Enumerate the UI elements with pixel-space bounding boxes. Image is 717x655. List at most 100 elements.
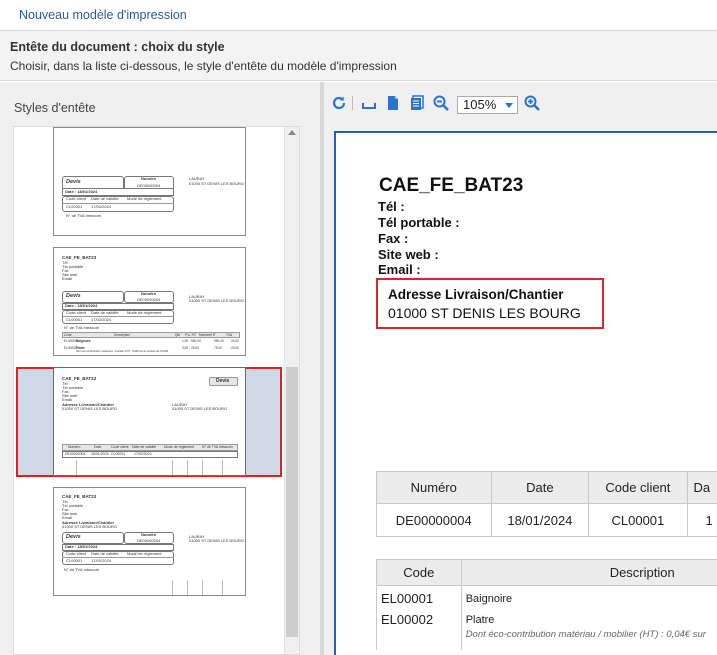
mini-delivery-addr: 01000 ST DENIS LES BOURG <box>62 524 118 529</box>
mini-number-label: Numéro <box>141 532 157 537</box>
mini-val: 17/02/2024 <box>134 452 152 456</box>
cell-description: Platre <box>465 613 495 626</box>
mini-date: Date : 18/01/2024 <box>65 544 98 549</box>
delivery-address-label: Adresse Livraison/Chantier <box>388 287 564 302</box>
refresh-icon[interactable] <box>330 94 348 112</box>
mini-client-addr: 01000 ST DENIS LES BOURG <box>189 538 245 543</box>
cell-client-code: CL00001 <box>588 503 688 537</box>
mini-col: P.U. HT <box>185 333 196 337</box>
mini-col: Description <box>114 333 130 337</box>
step-title: Entête du document : choix du style <box>10 40 225 54</box>
zoom-select[interactable]: 105% <box>457 96 518 114</box>
mini-cell: 25,00 <box>191 346 199 350</box>
mini-client-addr: 01000 ST DENIS LES BOURG <box>172 406 228 411</box>
window-title: Nouveau modèle d'impression <box>19 8 187 22</box>
mini-col-line <box>172 460 173 475</box>
col-header-client-code: Code client <box>588 471 688 504</box>
page-width-icon[interactable] <box>360 94 378 112</box>
single-page-icon[interactable] <box>384 94 402 112</box>
mini-col: Mode de règlement <box>127 551 162 556</box>
table-row: EL00002 Platre Dont éco-contribution mat… <box>376 609 717 650</box>
scroll-up-icon[interactable] <box>288 130 296 135</box>
mini-col: Date de validité <box>91 196 119 201</box>
mini-cell: EL00002 <box>64 346 77 350</box>
cell-code: EL00002 <box>376 609 462 650</box>
step-subtitle: Choisir, dans la liste ci-dessous, le st… <box>10 59 397 73</box>
styles-label: Styles d'entête <box>14 101 96 115</box>
mini-col: Code client <box>111 445 129 449</box>
col-header-number: Numéro <box>376 471 492 504</box>
mini-col: Mode de règlement <box>164 445 195 449</box>
mini-col: Code <box>64 333 72 337</box>
mini-col: Date de validité <box>91 551 119 556</box>
mini-date: Date : 18/01/2024 <box>65 303 98 308</box>
delivery-address-value: 01000 ST DENIS LES BOURG <box>388 305 581 321</box>
mini-doc-type: Devis <box>66 179 81 185</box>
mini-note: Dont éco-contribution matériaux / mobili… <box>76 350 168 353</box>
col-header-description: Description <box>460 559 717 586</box>
style-thumbnail-1[interactable]: Devis Numéro DE00000004 LAURAY 01000 ST … <box>53 127 246 236</box>
mini-doc-type: Devis <box>66 293 81 299</box>
mini-cell: 3,00 <box>182 346 189 350</box>
mini-col: Mode de règlement <box>127 310 162 315</box>
mini-col-line <box>222 580 223 595</box>
table-row: EL00001 Baignoire <box>376 585 717 610</box>
mini-cell: Baignoire <box>76 339 91 343</box>
chevron-down-icon[interactable] <box>505 103 513 108</box>
document-info-table: Numéro Date Code client Da DE00000004 18… <box>376 471 717 537</box>
website-label: Site web : <box>378 247 439 262</box>
styles-panel: Styles d'entête Devis Numéro DE00000004 … <box>0 82 320 655</box>
style-thumbnail-2[interactable]: CAE_FE_BAT23 Tél Tél portable Fax Site w… <box>53 247 246 356</box>
mini-val: 17/02/2024 <box>91 317 112 322</box>
multi-page-icon[interactable] <box>408 94 426 112</box>
preview-toolbar: 105% <box>324 82 717 120</box>
mini-val: CL00001 <box>66 317 83 322</box>
mini-col-line <box>202 460 203 475</box>
zoom-in-icon[interactable] <box>523 94 541 112</box>
mini-val: 18/01/2024 <box>91 452 109 456</box>
fax-label: Fax : <box>378 231 409 246</box>
mini-val: 17/02/2024 <box>91 558 112 563</box>
mini-delivery-addr: 01000 ST DENIS LES BOURG <box>62 406 118 411</box>
style-thumbnail-3[interactable]: CAE_FE_BAT23 Tél Tél portable Fax Site w… <box>53 367 246 476</box>
mini-col: Qté <box>175 333 181 337</box>
style-thumbnail-list[interactable]: Devis Numéro DE00000004 LAURAY 01000 ST … <box>13 126 300 655</box>
zoom-out-icon[interactable] <box>432 94 450 112</box>
mini-field: Email <box>62 276 73 281</box>
mini-cell: 1,00 <box>182 339 189 343</box>
mini-val: CL00001 <box>66 204 83 209</box>
cell-code: EL00001 <box>376 585 462 610</box>
mini-doc-type: Devis <box>216 378 230 384</box>
scrollbar-thumb[interactable] <box>286 367 298 637</box>
mini-cell: 20,00 <box>231 346 239 350</box>
company-name: CAE_FE_BAT23 <box>379 175 524 196</box>
mini-col: Montant HT <box>199 333 216 337</box>
mini-col: N° de TVA Intracom <box>202 445 233 449</box>
mini-number: DE00000004 <box>137 297 161 302</box>
cell-date: 18/01/2024 <box>490 503 590 537</box>
col-header-code: Code <box>376 559 462 586</box>
mini-val: 17/02/2024 <box>91 204 112 209</box>
mini-val: CL00001 <box>111 452 126 456</box>
window-titlebar: Nouveau modèle d'impression <box>0 0 717 31</box>
mini-cell: 950,00 <box>191 339 201 343</box>
mini-date: Date : 18/01/2024 <box>65 189 98 194</box>
mini-col: TVA <box>226 333 232 337</box>
style-thumbnail-4[interactable]: CAE_FE_BAT23 Tél Tél portable Fax Site w… <box>53 487 246 596</box>
cell-validity: 1 <box>686 503 717 537</box>
mini-col: Numéro <box>68 445 81 449</box>
col-header-validity: Da <box>686 471 717 504</box>
mini-val: CL00001 <box>66 558 83 563</box>
toolbar-separator <box>352 96 353 110</box>
mini-tva: N° de TVA Intracom <box>64 567 100 572</box>
mini-col-line <box>187 460 188 475</box>
thumbnail-scrollbar[interactable] <box>284 127 299 654</box>
mini-tva: N° de TVA Intracom <box>66 213 102 218</box>
document-preview[interactable]: CAE_FE_BAT23 Tél : Tél portable : Fax : … <box>334 131 717 655</box>
mini-col-line <box>172 580 173 595</box>
mini-col: Code client <box>66 310 87 315</box>
mobile-label: Tél portable : <box>378 215 460 230</box>
mini-number: DE00000004 <box>137 538 161 543</box>
mini-tva: N° de TVA Intracom <box>64 325 100 330</box>
mini-col-line <box>76 460 77 475</box>
